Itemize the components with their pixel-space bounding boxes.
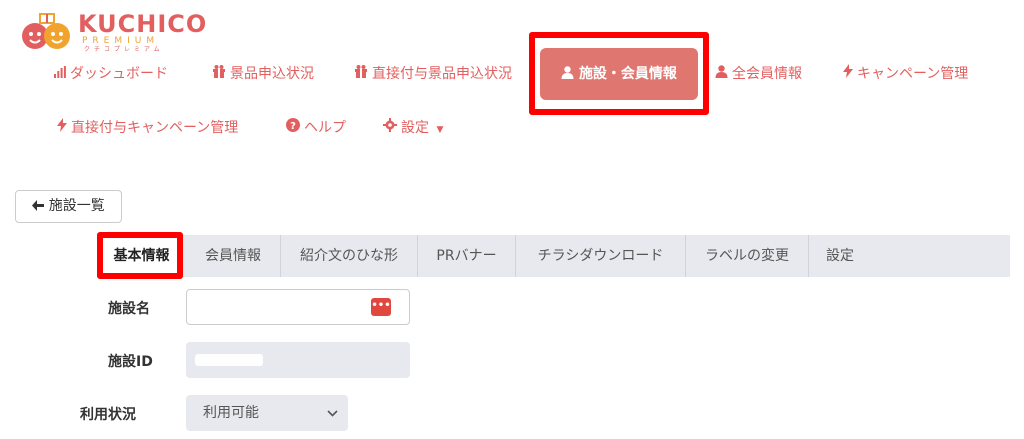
tab-pr-banner[interactable]: PRバナー	[418, 235, 516, 277]
question-circle-icon: ?	[286, 117, 300, 141]
usage-status-select[interactable]: 利用可能	[186, 395, 348, 431]
nav-facility-member-label: 施設・会員情報	[578, 66, 677, 82]
nav-campaign-label: キャンペーン管理	[857, 66, 969, 82]
tab-member-info[interactable]: 会員情報	[186, 235, 281, 277]
chevron-down-icon	[327, 395, 338, 431]
nav-dashboard-label: ダッシュボード	[70, 66, 168, 82]
bolt-icon	[843, 63, 853, 87]
user-icon	[715, 63, 728, 87]
kuchico-logo[interactable]: KUCHICO PREMIUM クチコプレミアム	[20, 10, 206, 54]
tab-settings[interactable]: 設定	[809, 235, 871, 277]
nav-dashboard[interactable]: ダッシュボード	[54, 62, 168, 86]
nav-prize-status[interactable]: 景品申込状況	[212, 62, 314, 86]
nav-direct-prize-status[interactable]: 直接付与景品申込状況	[354, 62, 512, 86]
bolt-icon	[57, 117, 67, 141]
logo-kana: クチコプレミアム	[84, 46, 164, 53]
back-to-facility-list-button[interactable]: 施設一覧	[15, 190, 122, 223]
nav-help-label: ヘルプ	[304, 120, 346, 136]
facility-name-input[interactable]: •••	[186, 289, 410, 325]
gear-icon	[383, 117, 397, 141]
svg-text:?: ?	[290, 121, 296, 132]
facility-id-label: 施設ID	[108, 354, 153, 370]
nav-facility-member[interactable]: 施設・会員情報	[540, 48, 698, 100]
bar-chart-icon	[54, 63, 66, 87]
facility-id-field	[186, 342, 410, 378]
nav-settings-label: 設定	[401, 120, 429, 136]
tab-intro-template[interactable]: 紹介文のひな形	[281, 235, 418, 277]
logo-brand: KUCHICO	[78, 10, 208, 38]
nav-campaign[interactable]: キャンペーン管理	[843, 62, 968, 86]
logo-faces-icon	[22, 13, 70, 49]
usage-status-label: 利用状況	[80, 407, 136, 423]
nav-direct-prize-status-label: 直接付与景品申込状況	[372, 66, 512, 82]
gift-icon	[212, 63, 226, 87]
tab-flyer-download[interactable]: チラシダウンロード	[516, 235, 686, 277]
gift-icon	[354, 63, 368, 87]
nav-help[interactable]: ? ヘルプ	[286, 116, 346, 140]
redacted-value	[195, 354, 263, 366]
facility-name-label: 施設名	[108, 301, 150, 317]
back-button-label: 施設一覧	[48, 198, 105, 214]
nav-all-member[interactable]: 全会員情報	[715, 62, 802, 86]
nav-direct-campaign[interactable]: 直接付与キャンペーン管理	[57, 116, 238, 140]
user-icon	[561, 66, 579, 82]
caret-down-icon: ▼	[436, 125, 444, 135]
tab-label-change[interactable]: ラベルの変更	[686, 235, 809, 277]
usage-status-value: 利用可能	[203, 405, 259, 421]
tab-basic-info[interactable]: 基本情報	[103, 235, 181, 277]
nav-settings[interactable]: 設定 ▼	[383, 116, 443, 140]
nav-direct-campaign-label: 直接付与キャンペーン管理	[71, 120, 239, 136]
nav-all-member-label: 全会員情報	[732, 66, 802, 82]
nav-prize-status-label: 景品申込状況	[230, 66, 314, 82]
password-manager-icon[interactable]: •••	[371, 298, 391, 316]
arrow-left-icon	[32, 198, 48, 214]
